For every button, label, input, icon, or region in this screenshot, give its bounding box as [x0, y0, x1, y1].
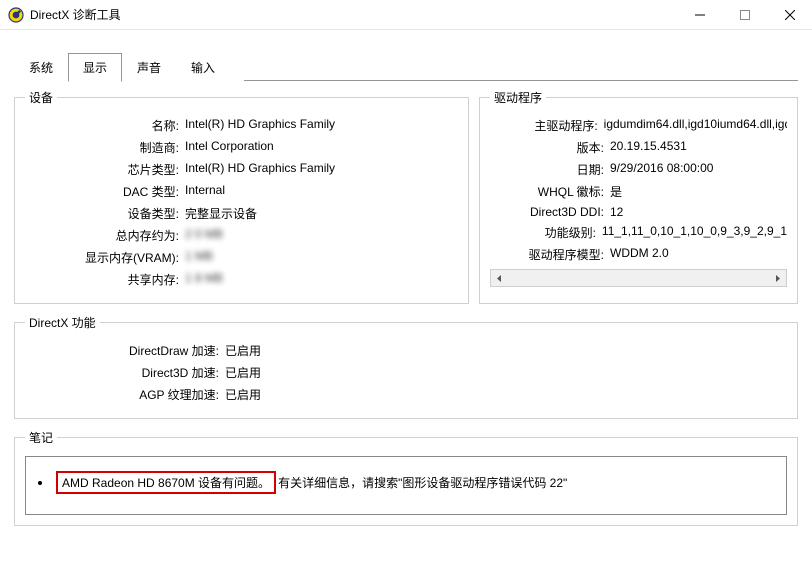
- driver-group: 驱动程序 主驱动程序:igdumdim64.dll,igd10iumd64.dl…: [479, 89, 798, 304]
- notes-group: 笔记 AMD Radeon HD 8670M 设备有问题。有关详细信息，请搜索"…: [14, 429, 798, 526]
- scroll-right-arrow[interactable]: [769, 270, 786, 286]
- kv-row: 设备类型:完整显示设备: [25, 205, 458, 222]
- note-highlight: AMD Radeon HD 8670M 设备有问题。: [56, 471, 276, 494]
- dxfunc-legend: DirectX 功能: [25, 314, 100, 331]
- note-line: AMD Radeon HD 8670M 设备有问题。有关详细信息，请搜索"图形设…: [56, 471, 567, 494]
- kv-row: DAC 类型:Internal: [25, 183, 458, 200]
- kv-row: Direct3D DDI:12: [490, 205, 787, 219]
- kv-row: 显示内存(VRAM):1 MB: [25, 249, 458, 266]
- kv-row: AGP 纹理加速:已启用: [25, 386, 787, 403]
- horizontal-scrollbar[interactable]: [490, 269, 787, 287]
- bullet-icon: [38, 481, 42, 485]
- tab-sound[interactable]: 声音: [122, 53, 176, 82]
- driver-legend: 驱动程序: [490, 89, 546, 106]
- tab-system[interactable]: 系统: [14, 53, 68, 82]
- close-button[interactable]: [767, 0, 812, 29]
- notes-text-area[interactable]: AMD Radeon HD 8670M 设备有问题。有关详细信息，请搜索"图形设…: [25, 456, 787, 515]
- scroll-track[interactable]: [508, 270, 769, 286]
- kv-row: DirectDraw 加速:已启用: [25, 342, 787, 359]
- scroll-left-arrow[interactable]: [491, 270, 508, 286]
- tabs: 系统 显示 声音 输入: [14, 52, 230, 81]
- tab-display[interactable]: 显示: [68, 53, 122, 82]
- tab-content: 设备 名称:Intel(R) HD Graphics Family 制造商:In…: [0, 81, 812, 526]
- kv-row: WHQL 徽标:是: [490, 183, 787, 200]
- app-icon: [8, 7, 24, 23]
- kv-row: 主驱动程序:igdumdim64.dll,igd10iumd64.dll,igd…: [490, 117, 787, 134]
- maximize-button[interactable]: [722, 0, 767, 29]
- note-rest: 有关详细信息，请搜索"图形设备驱动程序错误代码 22": [278, 476, 567, 490]
- kv-row: 驱动程序模型:WDDM 2.0: [490, 246, 787, 263]
- kv-row: 名称:Intel(R) HD Graphics Family: [25, 117, 458, 134]
- minimize-button[interactable]: [677, 0, 722, 29]
- kv-row: 共享内存:1 8 MB: [25, 271, 458, 288]
- kv-row: 日期:9/29/2016 08:00:00: [490, 161, 787, 178]
- kv-row: 制造商:Intel Corporation: [25, 139, 458, 156]
- directx-func-group: DirectX 功能 DirectDraw 加速:已启用 Direct3D 加速…: [14, 314, 798, 419]
- kv-row: 芯片类型:Intel(R) HD Graphics Family: [25, 161, 458, 178]
- kv-row: 功能级别:11_1,11_0,10_1,10_0,9_3,9_2,9_1: [490, 224, 787, 241]
- kv-row: 版本:20.19.15.4531: [490, 139, 787, 156]
- scroll-thumb[interactable]: [508, 271, 704, 285]
- notes-legend: 笔记: [25, 429, 57, 446]
- device-legend: 设备: [25, 89, 57, 106]
- window-title: DirectX 诊断工具: [30, 6, 677, 23]
- window-controls: [677, 0, 812, 29]
- tab-input[interactable]: 输入: [176, 53, 230, 82]
- kv-row: Direct3D 加速:已启用: [25, 364, 787, 381]
- titlebar: DirectX 诊断工具: [0, 0, 812, 30]
- device-group: 设备 名称:Intel(R) HD Graphics Family 制造商:In…: [14, 89, 469, 304]
- kv-row: 总内存约为:2 0 MB: [25, 227, 458, 244]
